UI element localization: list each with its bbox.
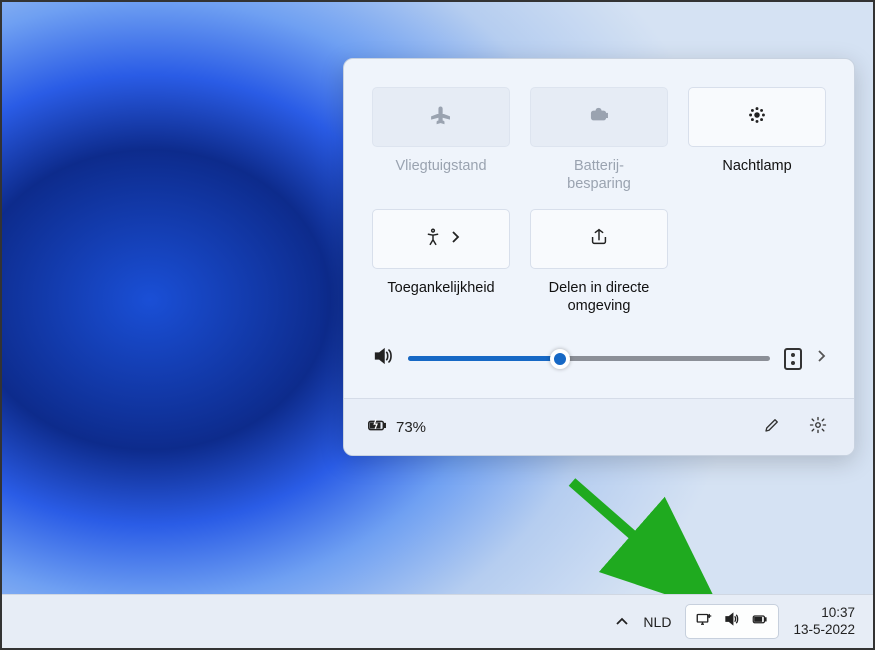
battery-saver-button[interactable] xyxy=(530,87,668,147)
airplane-mode-button[interactable] xyxy=(372,87,510,147)
pencil-icon xyxy=(763,416,781,439)
tray-overflow-button[interactable] xyxy=(615,614,629,630)
nearby-share-button[interactable] xyxy=(530,209,668,269)
battery-percent-label: 73% xyxy=(396,419,426,436)
footer-actions xyxy=(758,413,832,441)
network-icon xyxy=(695,610,713,633)
volume-fill xyxy=(408,356,560,361)
chevron-right-icon[interactable] xyxy=(816,348,826,369)
edit-button[interactable] xyxy=(758,413,786,441)
tile-airplane-mode: Vliegtuigstand xyxy=(372,87,510,195)
chevron-right-icon xyxy=(450,230,460,249)
battery-charging-icon xyxy=(366,414,388,440)
volume-icon[interactable] xyxy=(372,345,394,372)
tile-night-light: Nachtlamp xyxy=(688,87,826,195)
audio-output-icon[interactable] xyxy=(784,348,802,370)
battery-saver-icon xyxy=(588,104,610,131)
battery-saver-label: Batterij- besparing xyxy=(567,157,631,195)
accessibility-button[interactable] xyxy=(372,209,510,269)
battery-status[interactable]: 73% xyxy=(366,414,426,440)
gear-icon xyxy=(809,416,827,439)
nearby-share-label: Delen in directe omgeving xyxy=(549,279,650,317)
tile-nearby-share: Delen in directe omgeving xyxy=(530,209,668,317)
quick-settings-tiles: Vliegtuigstand Batterij- besparing Nacht… xyxy=(344,59,854,325)
night-light-label: Nachtlamp xyxy=(722,157,791,195)
clock-date: 13-5-2022 xyxy=(793,622,855,639)
tile-battery-saver: Batterij- besparing xyxy=(530,87,668,195)
airplane-mode-label: Vliegtuigstand xyxy=(395,157,486,195)
tile-accessibility: Toegankelijkheid xyxy=(372,209,510,317)
accessibility-label: Toegankelijkheid xyxy=(387,279,494,317)
accessibility-icon xyxy=(422,226,444,253)
night-light-icon xyxy=(746,104,768,131)
annotation-arrow xyxy=(552,472,732,612)
taskbar: NLD 10:37 13-5-2022 xyxy=(2,594,873,648)
volume-thumb[interactable] xyxy=(550,349,570,369)
quick-settings-footer: 73% xyxy=(344,398,854,455)
volume-tray-icon xyxy=(723,610,741,633)
taskbar-clock[interactable]: 10:37 13-5-2022 xyxy=(793,605,855,639)
system-tray[interactable] xyxy=(685,604,779,639)
language-indicator[interactable]: NLD xyxy=(643,614,671,630)
volume-slider[interactable] xyxy=(408,349,770,369)
night-light-button[interactable] xyxy=(688,87,826,147)
clock-time: 10:37 xyxy=(793,605,855,622)
battery-tray-icon xyxy=(751,610,769,633)
airplane-icon xyxy=(430,104,452,131)
share-icon xyxy=(588,226,610,253)
volume-row xyxy=(344,325,854,398)
settings-button[interactable] xyxy=(804,413,832,441)
quick-settings-panel: Vliegtuigstand Batterij- besparing Nacht… xyxy=(343,58,855,456)
